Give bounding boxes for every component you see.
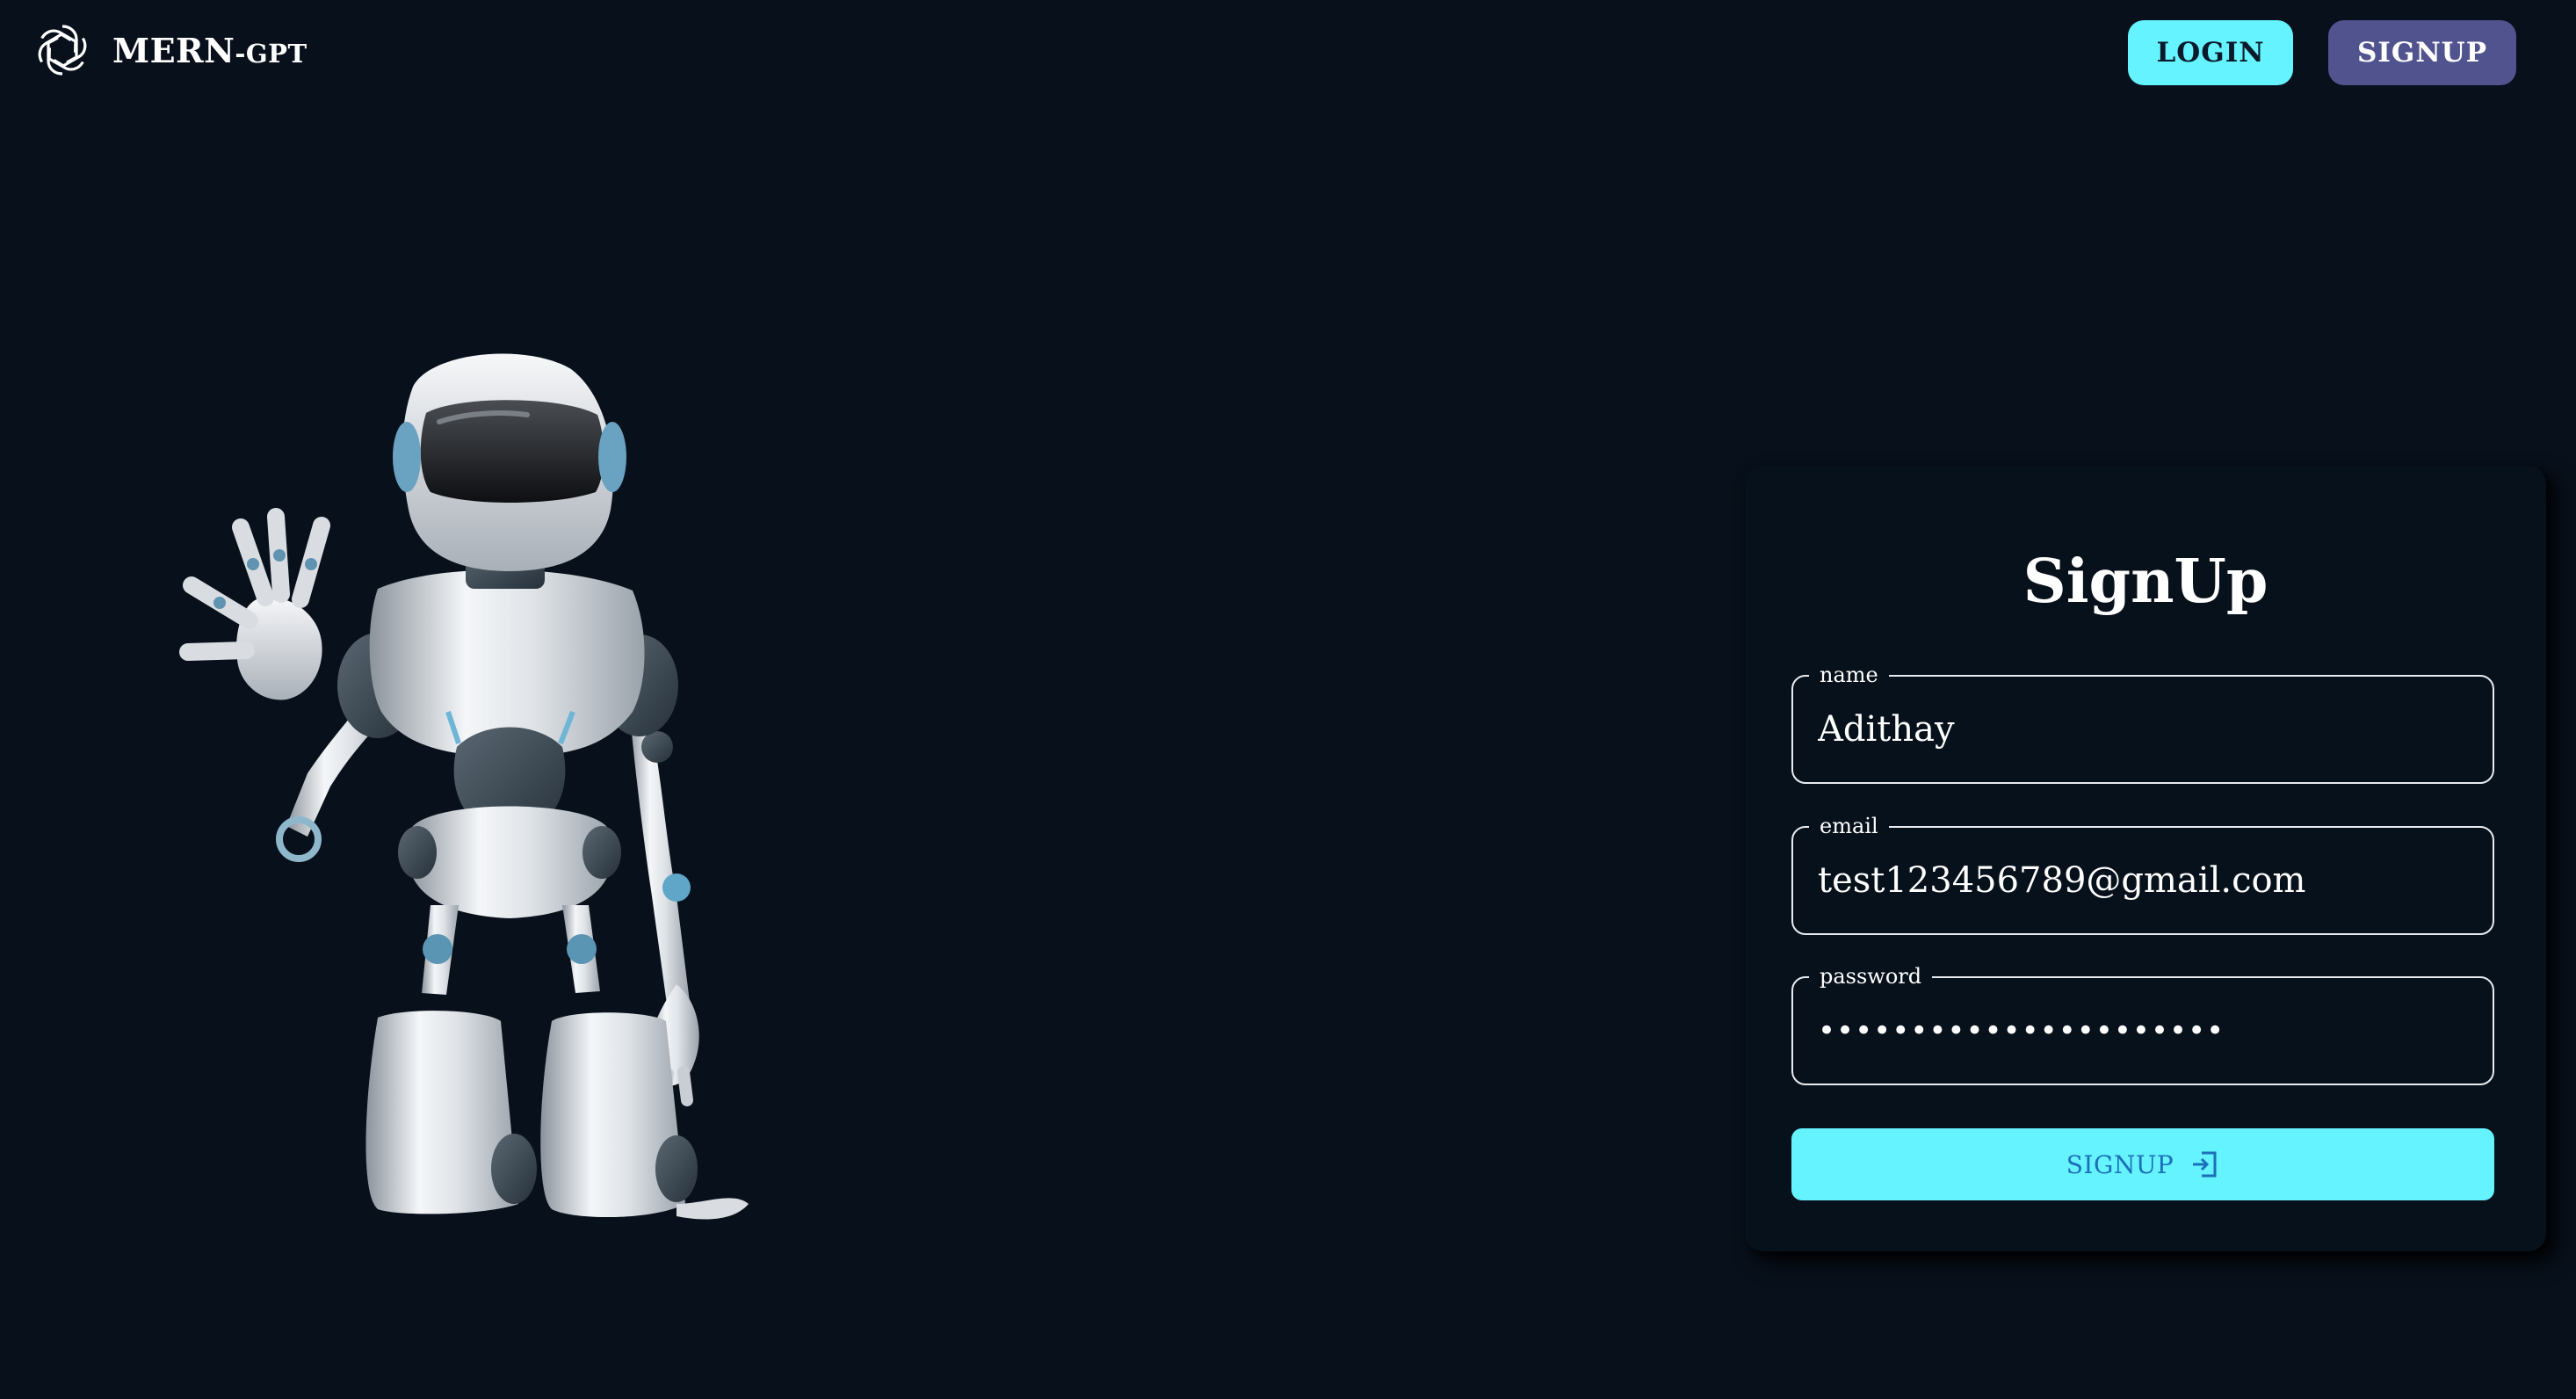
- login-nav-button[interactable]: LOGIN: [2128, 20, 2293, 85]
- email-field: email: [1791, 812, 2494, 935]
- name-field: name: [1791, 661, 2494, 784]
- signup-title: SignUp: [2022, 547, 2268, 617]
- top-navbar: MERN-GPT LOGIN SIGNUP: [0, 0, 2576, 105]
- password-input[interactable]: [1793, 978, 2493, 1084]
- signup-submit-label: SIGNUP: [2066, 1149, 2174, 1179]
- signup-card: SignUp name email password SIGNUP: [1745, 466, 2546, 1251]
- waving-robot-image: [179, 353, 749, 1220]
- brand-link[interactable]: MERN-GPT: [33, 19, 308, 81]
- password-field: password: [1791, 962, 2494, 1085]
- email-input[interactable]: [1793, 828, 2493, 933]
- brand-name-suffix: -GPT: [235, 38, 308, 69]
- signup-nav-button[interactable]: SIGNUP: [2328, 20, 2516, 85]
- signup-submit-button[interactable]: SIGNUP: [1791, 1128, 2494, 1200]
- brand-name: MERN-GPT: [112, 31, 308, 70]
- openai-logo-icon: [38, 25, 87, 76]
- login-icon: [2193, 1151, 2217, 1178]
- brand-name-main: MERN: [112, 30, 235, 70]
- name-input[interactable]: [1793, 677, 2493, 782]
